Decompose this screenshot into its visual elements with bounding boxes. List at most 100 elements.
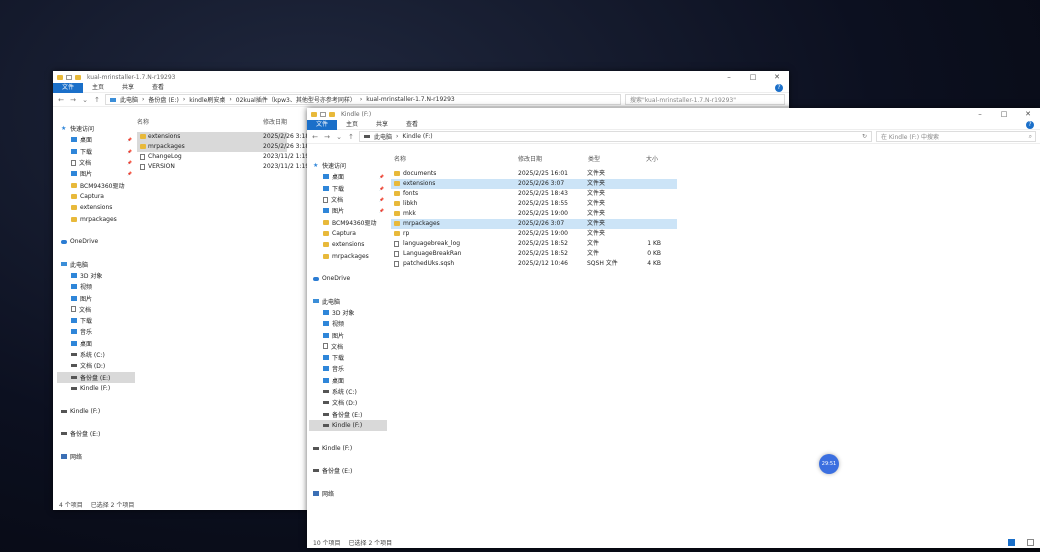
pin-icon[interactable]: 📌 bbox=[379, 208, 384, 213]
pin-icon[interactable]: 📌 bbox=[127, 149, 132, 154]
help-icon[interactable]: ? bbox=[1026, 120, 1034, 129]
sidebar-item[interactable]: ★ 快速访问 bbox=[57, 123, 135, 134]
sidebar-item[interactable]: 视频 bbox=[309, 318, 387, 329]
recent-dropdown-icon[interactable]: ⌄ bbox=[335, 133, 343, 141]
tab-home[interactable]: 主页 bbox=[337, 120, 367, 130]
sidebar-item[interactable]: 图片 bbox=[57, 292, 135, 303]
checkbox-icon[interactable] bbox=[66, 74, 72, 80]
sidebar-item[interactable]: Captura bbox=[309, 228, 387, 239]
file-row[interactable]: libkh 2025/2/25 18:55 文件夹 bbox=[391, 199, 677, 209]
sidebar-item[interactable]: 网络 bbox=[57, 451, 135, 462]
forward-arrow-icon[interactable]: → bbox=[323, 133, 331, 141]
tab-view[interactable]: 查看 bbox=[143, 83, 173, 93]
close-button[interactable]: ✕ bbox=[765, 71, 789, 83]
forward-arrow-icon[interactable]: → bbox=[69, 96, 77, 104]
new-folder-icon[interactable] bbox=[329, 111, 335, 117]
sidebar-item[interactable]: 桌面 bbox=[309, 375, 387, 386]
file-row[interactable]: mrpackages 2025/2/26 3:18 bbox=[137, 142, 309, 152]
pin-icon[interactable]: 📌 bbox=[379, 197, 384, 202]
sidebar-item[interactable]: 下载 bbox=[309, 352, 387, 363]
sidebar-item[interactable]: 文档 (D:) bbox=[57, 360, 135, 371]
sidebar-item[interactable]: extensions bbox=[309, 239, 387, 250]
search-input[interactable]: 在 Kindle (F:) 中搜索 ⌕ bbox=[876, 131, 1036, 142]
sidebar-item[interactable]: 桌面 bbox=[57, 338, 135, 349]
column-header-size[interactable]: 大小 bbox=[646, 153, 658, 163]
address-bar[interactable]: 此电脑 › Kindle (F:) ↻ bbox=[359, 131, 872, 142]
sidebar-item[interactable]: extensions bbox=[57, 202, 135, 213]
column-header-date[interactable]: 修改日期 bbox=[263, 116, 287, 126]
breadcrumb-1[interactable]: 备份盘 (E:) bbox=[148, 95, 178, 104]
pin-icon[interactable]: 📌 bbox=[379, 174, 384, 179]
checkbox-icon[interactable] bbox=[320, 111, 326, 117]
file-row[interactable]: mrpackages 2025/2/26 3:07 文件夹 bbox=[391, 219, 677, 229]
sidebar-item[interactable]: 图片 📌 bbox=[57, 168, 135, 179]
up-arrow-icon[interactable]: ↑ bbox=[93, 96, 101, 104]
new-folder-icon[interactable] bbox=[75, 74, 81, 80]
sidebar-item[interactable]: Kindle (F:) bbox=[57, 405, 135, 416]
maximize-button[interactable]: □ bbox=[741, 71, 765, 83]
column-header-date[interactable]: 修改日期 bbox=[518, 153, 542, 163]
sidebar-item[interactable]: 文档 (D:) bbox=[309, 397, 387, 408]
tab-home[interactable]: 主页 bbox=[83, 83, 113, 93]
sidebar-item[interactable]: OneDrive bbox=[57, 236, 135, 247]
sidebar-item[interactable]: mrpackages bbox=[309, 250, 387, 261]
tab-file[interactable]: 文件 bbox=[307, 119, 338, 130]
up-arrow-icon[interactable]: ↑ bbox=[347, 133, 355, 141]
sidebar-item[interactable]: 下载 bbox=[57, 315, 135, 326]
details-view-icon[interactable] bbox=[1008, 538, 1015, 546]
refresh-icon[interactable]: ↻ bbox=[862, 133, 867, 140]
navigation-pane[interactable]: ★ 快速访问 桌面 📌 下载 📌 文档 📌 图片 📌 BCM94360驱动 Captura extens… bbox=[309, 160, 387, 499]
explorer-window-right[interactable]: Kindle (F:) – □ ✕ 文件 主页 共享 查看 ? ← → ⌄ ↑ 此电… bbox=[307, 108, 1040, 548]
sidebar-item[interactable]: 下载 📌 bbox=[57, 146, 135, 157]
maximize-button[interactable]: □ bbox=[992, 108, 1016, 120]
tab-file[interactable]: 文件 bbox=[53, 82, 84, 93]
breadcrumb-0[interactable]: 此电脑 bbox=[374, 132, 392, 141]
sidebar-item[interactable]: 桌面 📌 bbox=[57, 134, 135, 145]
sidebar-item[interactable]: 3D 对象 bbox=[309, 307, 387, 318]
minimize-button[interactable]: – bbox=[968, 108, 992, 120]
sidebar-item[interactable]: 此电脑 bbox=[309, 296, 387, 307]
recording-timer-badge[interactable]: 29:51 bbox=[819, 454, 839, 474]
sidebar-item[interactable]: ★ 快速访问 bbox=[309, 160, 387, 171]
sidebar-item[interactable]: 文档 bbox=[309, 341, 387, 352]
column-header-name[interactable]: 名称 bbox=[137, 116, 149, 126]
sidebar-item[interactable]: 视频 bbox=[57, 281, 135, 292]
file-row[interactable]: LanguageBreakRan 2025/2/25 18:52 文件 0 KB bbox=[391, 249, 677, 259]
file-row[interactable]: rp 2025/2/25 19:00 文件夹 bbox=[391, 229, 677, 239]
sidebar-item[interactable]: mrpackages bbox=[57, 213, 135, 224]
file-row[interactable]: languagebreak_log 2025/2/25 18:52 文件 1 KB bbox=[391, 239, 677, 249]
search-input[interactable]: 搜索"kual-mrinstaller-1.7.N-r19293" bbox=[625, 94, 785, 105]
file-row[interactable]: extensions 2025/2/26 3:07 文件夹 bbox=[391, 179, 677, 189]
pin-icon[interactable]: 📌 bbox=[127, 171, 132, 176]
close-button[interactable]: ✕ bbox=[1016, 108, 1040, 120]
sidebar-item[interactable]: 备份盘 (E:) bbox=[309, 465, 387, 476]
file-row[interactable]: fonts 2025/2/25 18:43 文件夹 bbox=[391, 189, 677, 199]
sidebar-item[interactable]: 图片 📌 bbox=[309, 205, 387, 216]
minimize-button[interactable]: – bbox=[717, 71, 741, 83]
large-icons-view-icon[interactable] bbox=[1027, 538, 1034, 546]
breadcrumb-3[interactable]: 02kual插件（kpw3、其他型号亦参考同样） bbox=[236, 95, 356, 104]
sidebar-item[interactable]: 文档 📌 bbox=[309, 194, 387, 205]
navigation-pane[interactable]: ★ 快速访问 桌面 📌 下载 📌 文档 📌 图片 📌 BCM94360驱动 Captura extens… bbox=[57, 123, 135, 462]
tab-share[interactable]: 共享 bbox=[113, 83, 143, 93]
sidebar-item[interactable]: 文档 📌 bbox=[57, 157, 135, 168]
pin-icon[interactable]: 📌 bbox=[379, 186, 384, 191]
pin-icon[interactable]: 📌 bbox=[127, 160, 132, 165]
breadcrumb-4[interactable]: kual-mrinstaller-1.7.N-r19293 bbox=[366, 96, 454, 103]
sidebar-item[interactable]: 网络 bbox=[309, 488, 387, 499]
sidebar-item[interactable]: 系统 (C:) bbox=[57, 349, 135, 360]
sidebar-item[interactable]: 音乐 bbox=[57, 326, 135, 337]
sidebar-item[interactable]: Captura bbox=[57, 191, 135, 202]
sidebar-item[interactable]: BCM94360驱动 bbox=[309, 216, 387, 227]
file-row[interactable]: extensions 2025/2/26 3:18 bbox=[137, 132, 309, 142]
file-row[interactable]: VERSION 2023/11/2 1:19 bbox=[137, 162, 309, 172]
tab-share[interactable]: 共享 bbox=[367, 120, 397, 130]
help-icon[interactable]: ? bbox=[775, 83, 783, 92]
column-header-type[interactable]: 类型 bbox=[588, 153, 600, 163]
sidebar-item[interactable]: 备份盘 (E:) bbox=[309, 409, 387, 420]
recent-dropdown-icon[interactable]: ⌄ bbox=[81, 96, 89, 104]
file-row[interactable]: ChangeLog 2023/11/2 1:19 bbox=[137, 152, 309, 162]
breadcrumb-1[interactable]: Kindle (F:) bbox=[402, 133, 432, 140]
sidebar-item[interactable]: OneDrive bbox=[309, 273, 387, 284]
sidebar-item[interactable]: 3D 对象 bbox=[57, 270, 135, 281]
